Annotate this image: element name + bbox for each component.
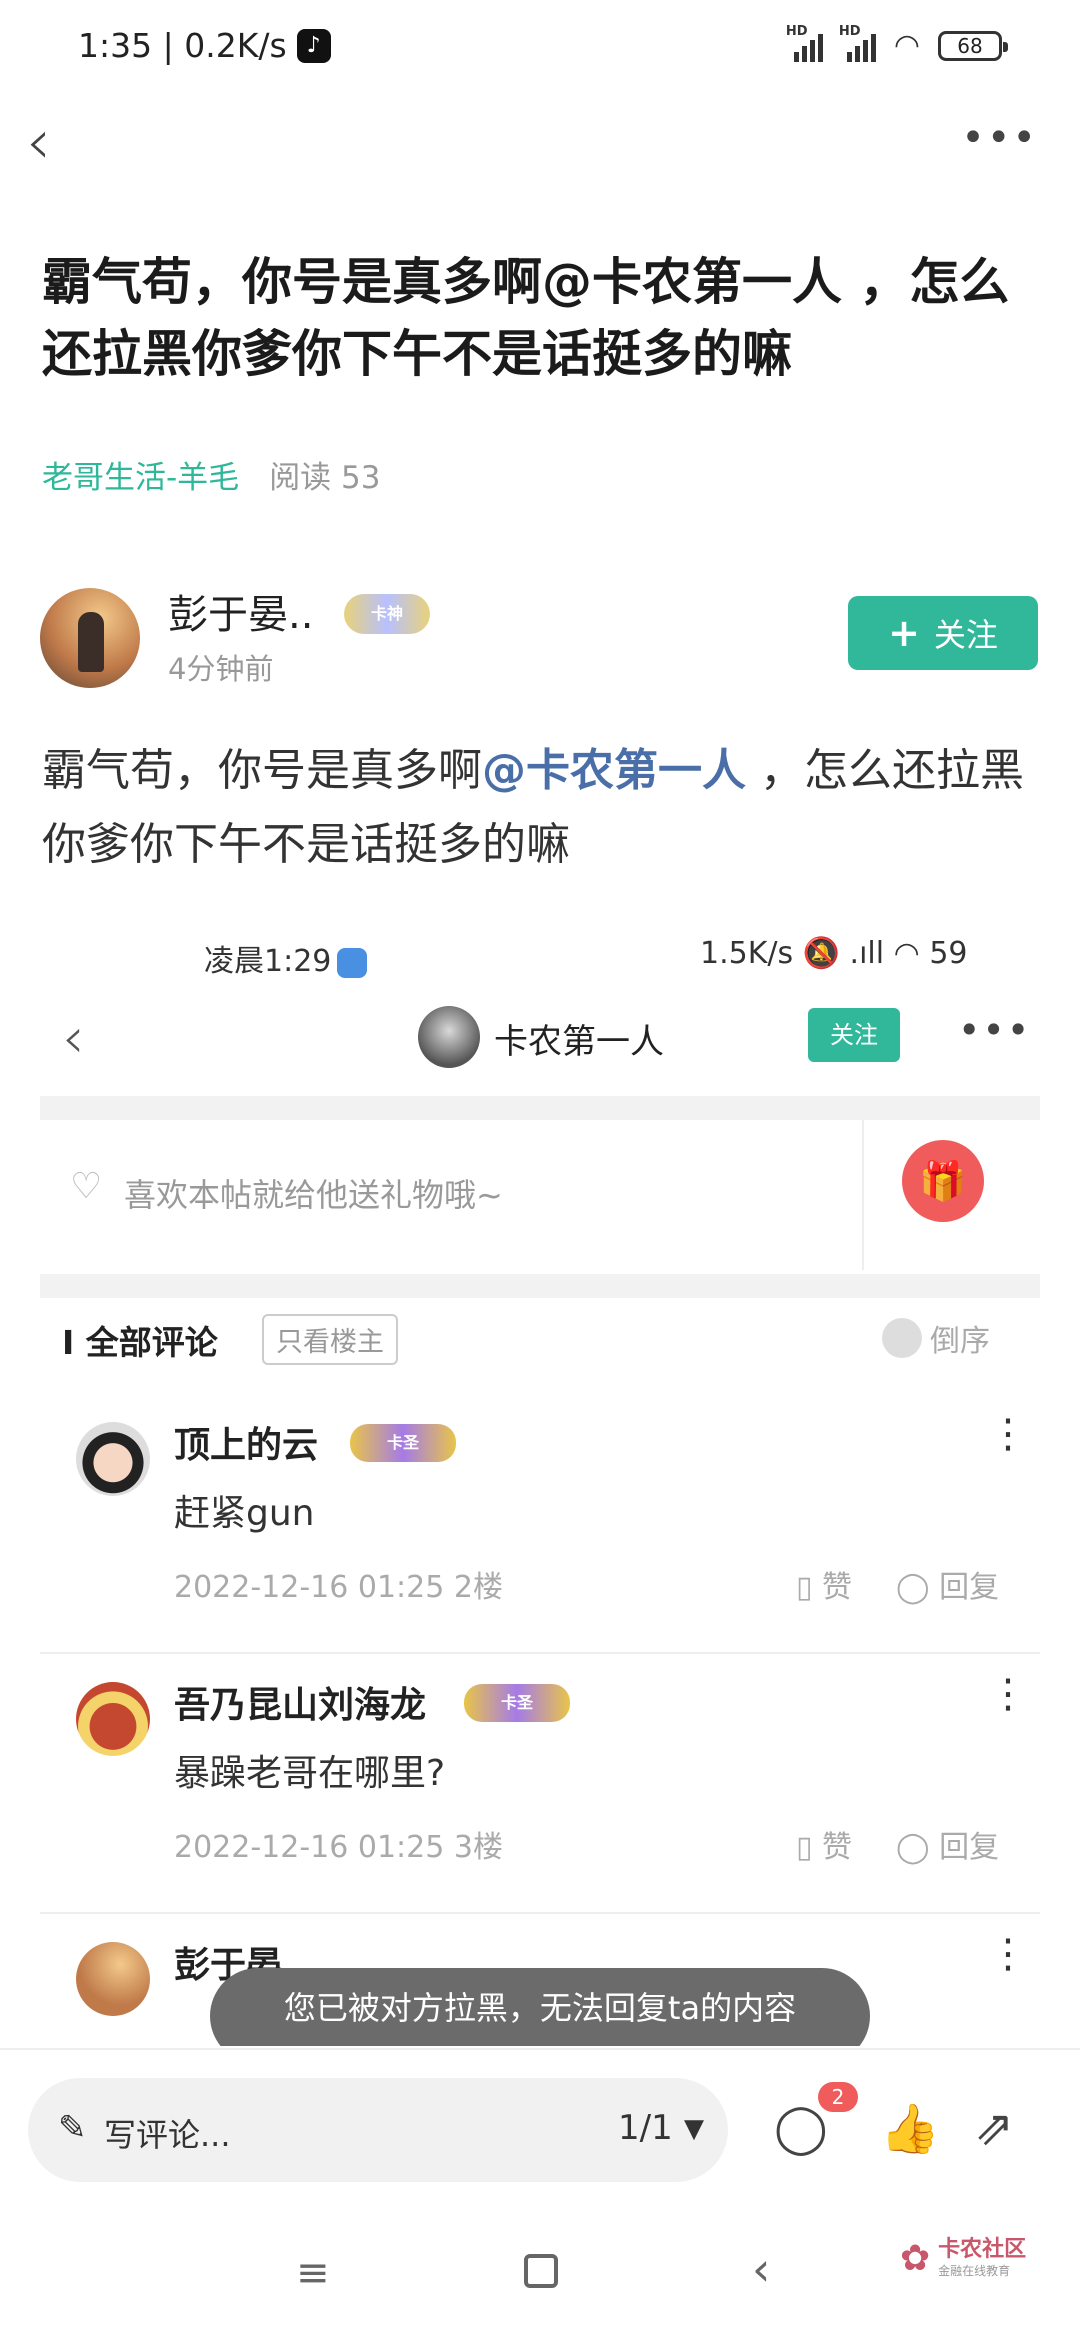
sort-label: 倒序 (930, 1324, 990, 1359)
tiktok-icon: ♪ (296, 28, 331, 63)
comment-item: 顶上的云 卡圣 ⋮ 赶紧gun 2022-12-16 01:25 2楼 ▯ 赞 … (40, 1394, 1040, 1654)
mention-link[interactable]: @卡农第一人 (482, 745, 746, 796)
post-title: 霸气苟，你号是真多啊@卡农第一人 ，怎么还拉黑你爹你下午不是话挺多的嘛 (42, 253, 1010, 383)
pen-icon: ✎ (58, 2108, 87, 2148)
embed-divider-2 (40, 1274, 1040, 1298)
embed-follow-button: 关注 (808, 1008, 900, 1062)
comment-badge: 卡圣 (464, 1684, 570, 1722)
comment-like: ▯ 赞 (796, 1570, 853, 1605)
watermark-title: 卡农社区 (938, 2237, 1027, 2262)
comment-text: 暴躁老哥在哪里? (174, 1753, 446, 1794)
comment-more-icon: ⋮ (988, 1931, 1028, 1977)
comment-reply: ◯ 回复 (896, 1830, 1000, 1865)
comments-header-text: 全部评论 (85, 1323, 218, 1362)
wifi-icon: ◠ (893, 28, 920, 63)
comment-avatar (76, 1682, 150, 1756)
comment-text: 赶紧gun (174, 1493, 315, 1534)
page-indicator[interactable]: 1/1 (618, 2108, 673, 2148)
embed-time-text: 凌晨1:29 (204, 944, 332, 979)
embed-user-avatar (418, 1006, 480, 1068)
status-time: 1:35 (78, 26, 153, 65)
post-body: 霸气苟，你号是真多啊@卡农第一人 ，怎么还拉黑你爹你下午不是话挺多的嘛 (42, 734, 1042, 882)
signal-icon: HD (786, 24, 823, 62)
blocked-toast: 您已被对方拉黑，无法回复ta的内容 (210, 1968, 870, 2046)
follow-label: 关注 (933, 616, 998, 654)
embed-divider (40, 1096, 1040, 1120)
watermark-logo-icon: ✿ (900, 2238, 931, 2279)
battery-level: 68 (957, 33, 983, 58)
comment-more-icon: ⋮ (988, 1671, 1028, 1717)
more-options-icon[interactable]: ••• (961, 118, 1038, 158)
status-right: HD HD ◠ 68 (786, 24, 1008, 63)
embed-gift-row: ♡ 喜欢本帖就给他送礼物哦~ 🎁 (40, 1120, 1040, 1270)
embedded-screenshot[interactable]: 凌晨1:29 1.5K/s 🔕 .ıll ◠ 59 ‹ 卡农第一人 关注 •••… (40, 916, 1040, 2046)
embed-back-icon: ‹ (62, 1006, 85, 1071)
post-category[interactable]: 老哥生活-羊毛 (42, 452, 239, 497)
home-icon[interactable] (524, 2254, 558, 2288)
comment-badge: 卡圣 (350, 1424, 456, 1462)
like-label: 赞 (822, 1570, 853, 1605)
only-host-toggle: 只看楼主 (262, 1314, 398, 1365)
comment-placeholder: 写评论... (104, 2116, 231, 2154)
app-badge-icon (337, 947, 368, 978)
comment-avatar (76, 1942, 150, 2016)
comment-author: 吾乃昆山刘海龙 (174, 1685, 427, 1726)
gift-icon: 🎁 (902, 1140, 984, 1222)
author-level-badge: 卡神 (344, 594, 430, 634)
reply-label: 回复 (939, 1830, 1000, 1865)
comment-like: ▯ 赞 (796, 1830, 853, 1865)
bottom-comment-bar: ✎ 写评论... 1/1 ▼ ◯ 2 👍 ⇗ (0, 2048, 1080, 2208)
post-time: 4分钟前 (168, 652, 274, 686)
watermark: ✿ 卡农社区 金融在线教育 (900, 2237, 1027, 2280)
status-bar: 1:35 | 0.2K/s ♪ HD HD ◠ 68 (0, 0, 1080, 96)
battery-icon: 68 (938, 30, 1008, 61)
like-label: 赞 (822, 1830, 853, 1865)
thumbs-up-icon[interactable]: 👍 (880, 2100, 940, 2157)
comment-reply: ◯ 回复 (896, 1570, 1000, 1605)
menu-icon[interactable]: ≡ (296, 2250, 330, 2296)
caret-down-icon[interactable]: ▼ (684, 2114, 704, 2144)
author-avatar[interactable] (40, 588, 140, 688)
heart-icon: ♡ (70, 1166, 103, 1207)
reply-label: 回复 (939, 1570, 1000, 1605)
embed-more-icon: ••• (958, 1008, 1032, 1052)
plus-icon: + (888, 611, 920, 655)
comment-bubble-icon[interactable]: ◯ (774, 2100, 828, 2156)
embed-user-name: 卡农第一人 (494, 1022, 664, 1062)
status-separator: | (152, 26, 185, 65)
watermark-subtitle: 金融在线教育 (938, 2264, 1011, 2278)
comment-author: 顶上的云 (174, 1425, 319, 1466)
comment-count-badge: 2 (818, 2082, 858, 2112)
share-icon[interactable]: ⇗ (974, 2100, 1014, 2156)
comment-more-icon: ⋮ (988, 1411, 1028, 1457)
network-speed: 0.2K/s (184, 26, 287, 65)
embed-battery: 59 (929, 936, 968, 971)
comment-meta: 2022-12-16 01:25 2楼 (174, 1570, 503, 1605)
back-arrow-icon[interactable]: ‹ (26, 111, 51, 173)
embed-net-speed: 1.5K/s (700, 936, 794, 971)
comment-avatar (76, 1422, 150, 1496)
comments-header: I 全部评论 (62, 1323, 218, 1362)
comment-meta: 2022-12-16 01:25 3楼 (174, 1830, 503, 1865)
author-name[interactable]: 彭于晏.. (168, 582, 313, 640)
sort-icon (882, 1318, 922, 1358)
embed-status-time: 凌晨1:29 (204, 936, 368, 980)
sort-control: 倒序 (882, 1316, 990, 1360)
comment-input[interactable]: ✎ 写评论... 1/1 ▼ (28, 2078, 728, 2182)
embed-status-right: 1.5K/s 🔕 .ıll ◠ 59 (700, 936, 968, 971)
post-meta: 老哥生活-羊毛 阅读 53 (42, 452, 381, 497)
system-back-icon[interactable]: ‹ (752, 2242, 770, 2296)
read-count: 阅读 53 (269, 460, 381, 496)
gift-prompt: 喜欢本帖就给他送礼物哦~ (124, 1176, 503, 1214)
embed-vertical-divider (862, 1120, 864, 1270)
post-body-text: 霸气苟，你号是真多啊 (42, 745, 482, 796)
system-navigation-bar: ≡ ‹ ✿ 卡农社区 金融在线教育 (0, 2208, 1080, 2340)
comment-item: 吾乃昆山刘海龙 卡圣 ⋮ 暴躁老哥在哪里? 2022-12-16 01:25 3… (40, 1654, 1040, 1914)
status-left: 1:35 | 0.2K/s ♪ (78, 26, 331, 65)
follow-button[interactable]: + 关注 (848, 596, 1038, 670)
signal-icon-2: HD (839, 24, 876, 62)
